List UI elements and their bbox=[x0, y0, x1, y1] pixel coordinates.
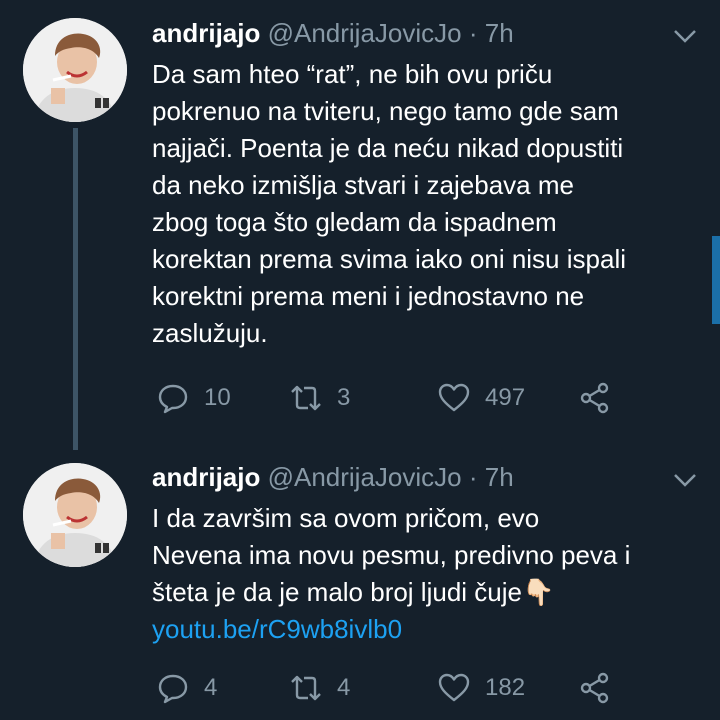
retweet-count: 3 bbox=[337, 384, 351, 411]
tweet-text: Da sam hteo “rat”, ne bih ovu priču pokr… bbox=[152, 56, 692, 352]
heart-icon bbox=[438, 383, 470, 412]
retweet-button[interactable]: 4 bbox=[289, 671, 350, 705]
tweet-actions: 10 3 497 bbox=[152, 381, 632, 421]
reply-button[interactable]: 4 bbox=[156, 671, 217, 705]
tweet-text-line: šteta je da je malo broj ljudi čuje👇🏻 bbox=[152, 574, 692, 611]
scroll-indicator[interactable] bbox=[712, 236, 720, 324]
reply-button[interactable]: 10 bbox=[156, 381, 231, 415]
tweet-actions: 4 4 182 bbox=[152, 671, 632, 711]
separator-dot: · bbox=[468, 462, 478, 492]
tweet-text-line: najjači. Poenta je da neću nikad dopusti… bbox=[152, 133, 624, 163]
retweet-icon bbox=[291, 675, 321, 701]
thread-line bbox=[73, 128, 78, 450]
tweet-text-line: korektan prema svima iako oni nisu ispal… bbox=[152, 244, 626, 274]
like-count: 182 bbox=[485, 674, 526, 701]
tweet-text-line: da neko izmišlja stvari i zajebava me bbox=[152, 170, 574, 200]
separator-dot: · bbox=[468, 18, 478, 48]
user-handle[interactable]: @AndrijaJovicJo bbox=[268, 18, 462, 48]
like-button[interactable]: 497 bbox=[437, 381, 525, 415]
retweet-button[interactable]: 3 bbox=[289, 381, 350, 415]
reply-count: 10 bbox=[204, 384, 231, 411]
avatar[interactable] bbox=[23, 18, 127, 122]
chevron-down-icon[interactable] bbox=[672, 26, 698, 46]
timestamp[interactable]: 7h bbox=[485, 462, 514, 492]
chevron-down-icon[interactable] bbox=[672, 470, 698, 490]
share-icon bbox=[580, 382, 609, 414]
display-name[interactable]: andrijajo bbox=[152, 18, 260, 48]
tweet-text-line: korektni prema meni i jednostavno ne bbox=[152, 281, 585, 311]
share-icon bbox=[580, 672, 609, 704]
tweet-text-line: pokrenuo na tviteru, nego tamo gde sam bbox=[152, 96, 619, 126]
avatar-image bbox=[23, 463, 127, 567]
tweet-text-line: Nevena ima novu pesmu, predivno peva i bbox=[152, 540, 631, 570]
tweet-text-line: zaslužuju. bbox=[152, 318, 268, 348]
retweet-count: 4 bbox=[337, 674, 351, 701]
tweet-text-line: zbog toga što gledam da ispadnem bbox=[152, 207, 557, 237]
user-handle[interactable]: @AndrijaJovicJo bbox=[268, 462, 462, 492]
pointing-down-emoji: 👇🏻 bbox=[521, 577, 555, 607]
reply-icon bbox=[158, 384, 188, 414]
tweet-link[interactable]: youtu.be/rC9wb8ivlb0 bbox=[152, 611, 692, 648]
avatar[interactable] bbox=[23, 463, 127, 567]
display-name[interactable]: andrijajo bbox=[152, 462, 260, 492]
share-button[interactable] bbox=[578, 671, 626, 705]
tweet-text-line: Da sam hteo “rat”, ne bih ovu priču bbox=[152, 59, 553, 89]
avatar-image bbox=[23, 18, 127, 122]
tweet-text: I da završim sa ovom pričom, evo Nevena … bbox=[152, 500, 692, 648]
like-count: 497 bbox=[485, 384, 526, 411]
tweet-header: andrijajo @AndrijaJovicJo · 7h bbox=[152, 17, 514, 49]
retweet-icon bbox=[291, 385, 321, 411]
tweet-header: andrijajo @AndrijaJovicJo · 7h bbox=[152, 461, 514, 493]
heart-icon bbox=[438, 673, 470, 702]
tweet-text-segment: šteta je da je malo broj ljudi čuje bbox=[152, 577, 522, 607]
like-button[interactable]: 182 bbox=[437, 671, 525, 705]
tweet-text-line: I da završim sa ovom pričom, evo bbox=[152, 503, 540, 533]
reply-icon bbox=[158, 674, 188, 704]
timestamp[interactable]: 7h bbox=[485, 18, 514, 48]
share-button[interactable] bbox=[578, 381, 626, 415]
reply-count: 4 bbox=[204, 674, 218, 701]
